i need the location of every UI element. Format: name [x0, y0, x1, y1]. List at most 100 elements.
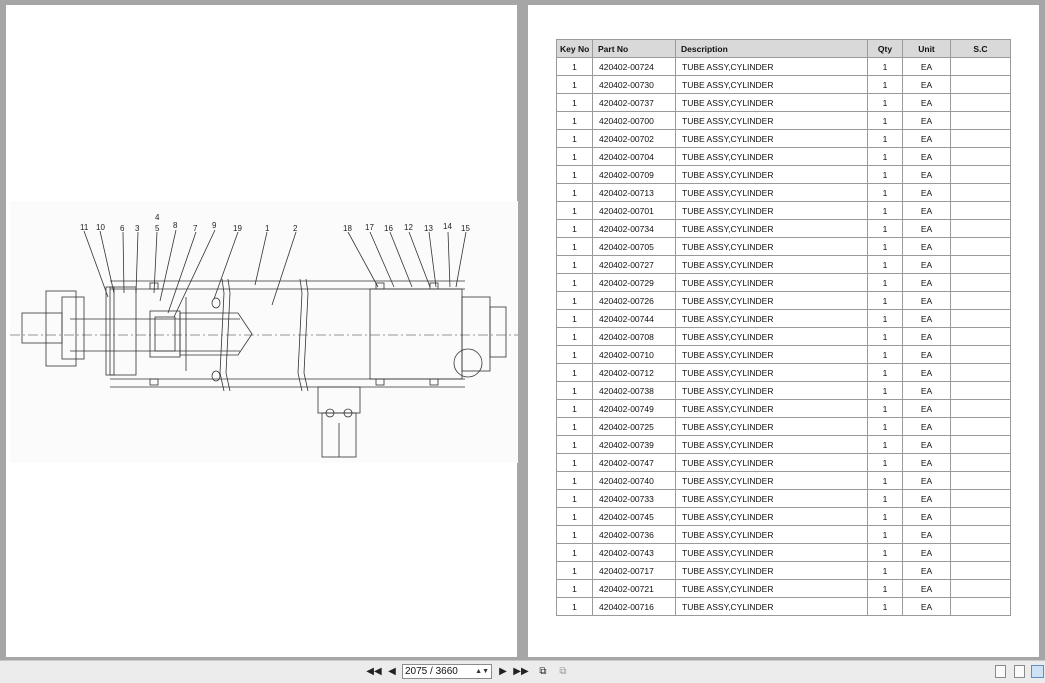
- cell-part-no: 420402-00710: [592, 345, 676, 364]
- callout-10: 10: [96, 223, 105, 232]
- single-page-view-icon[interactable]: [995, 665, 1006, 678]
- page-dropdown-arrow-icon[interactable]: ▲▼: [475, 665, 489, 678]
- cell-sc: [950, 111, 1011, 130]
- cell-sc: [950, 327, 1011, 346]
- cell-unit: EA: [902, 111, 951, 130]
- cell-description: TUBE ASSY,CYLINDER: [675, 219, 868, 238]
- callout-8: 8: [173, 221, 178, 230]
- cell-key-no: 1: [556, 579, 593, 598]
- cell-sc: [950, 255, 1011, 274]
- table-row: 1 420402-00705 TUBE ASSY,CYLINDER 1 EA: [556, 237, 1011, 256]
- cell-qty: 1: [867, 525, 903, 544]
- last-page-icon[interactable]: ▶▶: [513, 664, 529, 680]
- cell-description: TUBE ASSY,CYLINDER: [675, 579, 868, 598]
- table-row: 1 420402-00710 TUBE ASSY,CYLINDER 1 EA: [556, 345, 1011, 364]
- first-page-icon[interactable]: ◀◀: [366, 664, 382, 680]
- continuous-view-icon[interactable]: [1014, 665, 1025, 678]
- callout-6: 6: [120, 224, 125, 233]
- table-row: 1 420402-00721 TUBE ASSY,CYLINDER 1 EA: [556, 579, 1011, 598]
- cell-description: TUBE ASSY,CYLINDER: [675, 255, 868, 274]
- cell-description: TUBE ASSY,CYLINDER: [675, 201, 868, 220]
- cell-key-no: 1: [556, 183, 593, 202]
- cell-key-no: 1: [556, 75, 593, 94]
- cell-part-no: 420402-00716: [592, 597, 676, 616]
- previous-page-icon[interactable]: ◀: [384, 664, 400, 680]
- cell-unit: EA: [902, 363, 951, 382]
- cell-part-no: 420402-00740: [592, 471, 676, 490]
- table-row: 1 420402-00726 TUBE ASSY,CYLINDER 1 EA: [556, 291, 1011, 310]
- cell-description: TUBE ASSY,CYLINDER: [675, 417, 868, 436]
- cell-key-no: 1: [556, 525, 593, 544]
- cell-key-no: 1: [556, 471, 593, 490]
- cell-part-no: 420402-00727: [592, 255, 676, 274]
- cell-qty: 1: [867, 561, 903, 580]
- cell-unit: EA: [902, 471, 951, 490]
- header-description: Description: [675, 39, 868, 58]
- cell-unit: EA: [902, 129, 951, 148]
- cell-sc: [950, 309, 1011, 328]
- cell-part-no: 420402-00702: [592, 129, 676, 148]
- cell-unit: EA: [902, 579, 951, 598]
- table-row: 1 420402-00730 TUBE ASSY,CYLINDER 1 EA: [556, 75, 1011, 94]
- page-number-input[interactable]: 2075 / 3660 ▲▼: [402, 664, 492, 679]
- cell-sc: [950, 291, 1011, 310]
- cell-unit: EA: [902, 525, 951, 544]
- cell-description: TUBE ASSY,CYLINDER: [675, 543, 868, 562]
- callout-14: 14: [443, 222, 452, 231]
- cell-qty: 1: [867, 147, 903, 166]
- cell-part-no: 420402-00721: [592, 579, 676, 598]
- next-page-icon[interactable]: ▶: [495, 664, 511, 680]
- cell-key-no: 1: [556, 327, 593, 346]
- cell-unit: EA: [902, 489, 951, 508]
- callout-11: 11: [80, 223, 89, 232]
- cell-description: TUBE ASSY,CYLINDER: [675, 597, 868, 616]
- cell-unit: EA: [902, 561, 951, 580]
- cell-description: TUBE ASSY,CYLINDER: [675, 507, 868, 526]
- cell-qty: 1: [867, 381, 903, 400]
- cell-part-no: 420402-00743: [592, 543, 676, 562]
- cell-unit: EA: [902, 345, 951, 364]
- table-row: 1 420402-00704 TUBE ASSY,CYLINDER 1 EA: [556, 147, 1011, 166]
- cell-sc: [950, 561, 1011, 580]
- cylinder-sectional-drawing: 11 10 6 3 4 5 8 7 9 19 1 2 18 17 16 12 1…: [10, 201, 518, 463]
- cell-description: TUBE ASSY,CYLINDER: [675, 489, 868, 508]
- cell-sc: [950, 381, 1011, 400]
- cell-qty: 1: [867, 237, 903, 256]
- bottom-toolbar: ◀◀ ◀ 2075 / 3660 ▲▼ ▶ ▶▶ ⧉ ⧉: [0, 660, 1045, 683]
- cell-part-no: 420402-00724: [592, 57, 676, 76]
- go-back-view-icon[interactable]: ⧉: [535, 664, 551, 680]
- facing-pages-view-icon[interactable]: [1031, 665, 1044, 678]
- callout-2: 2: [293, 224, 298, 233]
- cell-description: TUBE ASSY,CYLINDER: [675, 345, 868, 364]
- parts-list-table: Key No Part No Description Qty Unit S.C …: [556, 39, 1011, 616]
- table-row: 1 420402-00724 TUBE ASSY,CYLINDER 1 EA: [556, 57, 1011, 76]
- go-forward-view-icon[interactable]: ⧉: [555, 664, 571, 680]
- table-row: 1 420402-00736 TUBE ASSY,CYLINDER 1 EA: [556, 525, 1011, 544]
- cell-key-no: 1: [556, 129, 593, 148]
- cell-description: TUBE ASSY,CYLINDER: [675, 561, 868, 580]
- cell-part-no: 420402-00744: [592, 309, 676, 328]
- cell-unit: EA: [902, 291, 951, 310]
- cell-qty: 1: [867, 255, 903, 274]
- cell-unit: EA: [902, 435, 951, 454]
- cell-key-no: 1: [556, 255, 593, 274]
- cell-sc: [950, 147, 1011, 166]
- cell-part-no: 420402-00717: [592, 561, 676, 580]
- cell-description: TUBE ASSY,CYLINDER: [675, 165, 868, 184]
- cell-key-no: 1: [556, 57, 593, 76]
- cell-description: TUBE ASSY,CYLINDER: [675, 183, 868, 202]
- header-sc: S.C: [950, 39, 1011, 58]
- cell-sc: [950, 273, 1011, 292]
- cell-part-no: 420402-00730: [592, 75, 676, 94]
- cell-qty: 1: [867, 489, 903, 508]
- cell-description: TUBE ASSY,CYLINDER: [675, 57, 868, 76]
- table-row: 1 420402-00709 TUBE ASSY,CYLINDER 1 EA: [556, 165, 1011, 184]
- cell-qty: 1: [867, 345, 903, 364]
- cell-qty: 1: [867, 165, 903, 184]
- cell-key-no: 1: [556, 543, 593, 562]
- cell-key-no: 1: [556, 453, 593, 472]
- cell-unit: EA: [902, 93, 951, 112]
- cell-part-no: 420402-00738: [592, 381, 676, 400]
- cell-qty: 1: [867, 75, 903, 94]
- cell-qty: 1: [867, 93, 903, 112]
